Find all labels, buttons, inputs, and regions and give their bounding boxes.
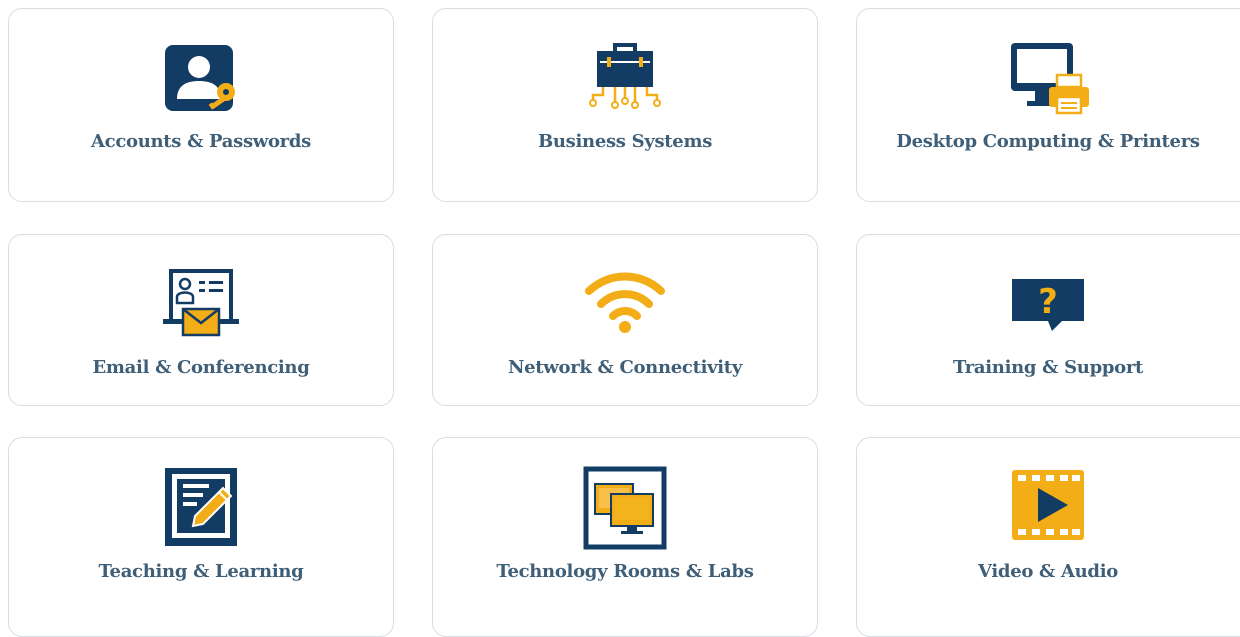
card-label: Network & Connectivity [507, 357, 742, 378]
email-conference-icon [163, 269, 239, 337]
card-label: Desktop Computing & Printers [896, 131, 1200, 152]
card-label: Technology Rooms & Labs [496, 561, 754, 582]
card-label: Video & Audio [978, 561, 1118, 582]
card-label: Email & Conferencing [92, 357, 310, 378]
notebook-pencil-icon [165, 468, 237, 546]
card-video-audio[interactable]: Video & Audio [856, 437, 1240, 637]
lab-monitors-icon [583, 466, 667, 550]
card-teaching-learning[interactable]: Teaching & Learning [8, 437, 394, 637]
account-key-icon [165, 45, 235, 111]
monitor-printer-icon [1011, 43, 1089, 115]
card-training-support[interactable]: ? Training & Support [856, 234, 1240, 406]
card-email-conferencing[interactable]: Email & Conferencing [8, 234, 394, 406]
question-bubble-icon: ? [1012, 279, 1084, 331]
wifi-icon [585, 272, 665, 333]
card-label: Business Systems [537, 131, 713, 152]
card-label: Teaching & Learning [98, 561, 304, 582]
card-business-systems[interactable]: Business Systems [432, 8, 818, 202]
svg-text:?: ? [1038, 282, 1058, 322]
card-label: Training & Support [952, 357, 1144, 378]
video-play-icon [1012, 470, 1084, 540]
card-network-connectivity[interactable]: Network & Connectivity [432, 234, 818, 406]
briefcase-circuit-icon [589, 43, 661, 109]
card-desktop-computing-printers[interactable]: Desktop Computing & Printers [856, 8, 1240, 202]
card-technology-rooms-labs[interactable]: Technology Rooms & Labs [432, 437, 818, 637]
card-accounts-passwords[interactable]: Accounts & Passwords [8, 8, 394, 202]
card-label: Accounts & Passwords [91, 131, 311, 152]
